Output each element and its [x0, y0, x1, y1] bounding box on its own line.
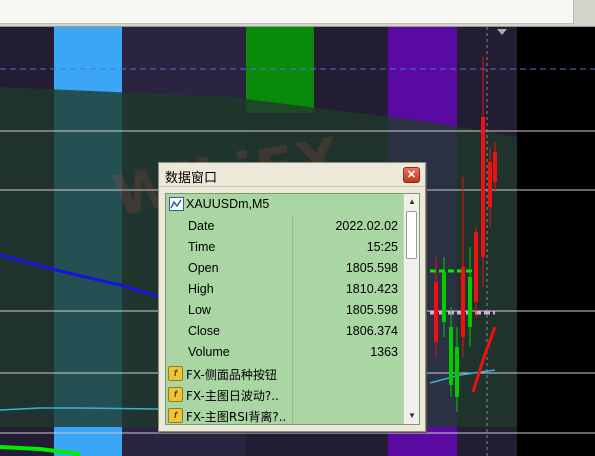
column-divider	[292, 363, 293, 384]
data-window-title: 数据窗口	[165, 171, 218, 186]
title-bar-strip	[0, 0, 595, 27]
column-divider	[292, 384, 293, 405]
chart-line-icon	[169, 197, 184, 211]
indicator-label: FX-主图RSI背离?..	[186, 410, 287, 424]
data-window-title-bar[interactable]: 数据窗口 ✕	[159, 163, 425, 187]
column-divider	[292, 321, 293, 342]
list-item: Date 2022.02.02	[166, 216, 404, 237]
indicator-row[interactable]: f FX-侧面品种按钮	[166, 363, 404, 384]
scroll-down-icon[interactable]: ▼	[405, 409, 419, 423]
column-divider	[292, 216, 293, 237]
list-item: Close 1806.374	[166, 321, 404, 342]
indicator-icon: f	[168, 387, 183, 402]
row-value: 1805.598	[345, 303, 398, 317]
row-value: 15:25	[366, 240, 398, 254]
column-divider	[292, 342, 293, 363]
row-value: 1806.374	[345, 324, 398, 338]
list-item: Volume 1363	[166, 342, 404, 363]
indicator-label: FX-侧面品种按钮	[186, 368, 277, 382]
indicator-label: FX-主图日波动?..	[186, 389, 279, 403]
row-label: Open	[188, 261, 219, 275]
symbol-row[interactable]: XAUUSDm,M5	[166, 194, 404, 215]
row-value: 1363	[370, 345, 398, 359]
row-value: 1805.598	[345, 261, 398, 275]
column-divider	[292, 237, 293, 258]
scroll-thumb[interactable]	[406, 211, 417, 259]
data-window-dialog[interactable]: 数据窗口 ✕ XAUUSDm,M5 Date 2022.02.02 Time 1…	[158, 162, 426, 432]
column-divider	[292, 279, 293, 300]
row-label: Close	[188, 324, 220, 338]
row-label: Low	[188, 303, 211, 317]
column-divider	[292, 300, 293, 321]
vertical-scrollbar[interactable]: ▲ ▼	[403, 194, 419, 424]
row-label: High	[188, 282, 214, 296]
column-divider	[292, 258, 293, 279]
list-item: Open 1805.598	[166, 258, 404, 279]
list-item: High 1810.423	[166, 279, 404, 300]
row-label: Time	[188, 240, 216, 254]
row-value: 2022.02.02	[335, 219, 398, 233]
indicator-icon: f	[168, 366, 183, 381]
row-value: 1810.423	[345, 282, 398, 296]
indicator-icon: f	[168, 408, 183, 423]
green-indicator-line	[0, 445, 81, 456]
row-label: Volume	[188, 345, 230, 359]
symbol-label: XAUUSDm,M5	[186, 197, 270, 211]
indicator-row[interactable]: f FX-主图日波动?..	[166, 384, 404, 405]
list-item: Low 1805.598	[166, 300, 404, 321]
data-window-list[interactable]: XAUUSDm,M5 Date 2022.02.02 Time 15:25 Op…	[165, 193, 420, 425]
close-button[interactable]: ✕	[403, 167, 420, 183]
scroll-up-icon[interactable]: ▲	[405, 195, 419, 209]
list-item: Time 15:25	[166, 237, 404, 258]
scroll-marker	[497, 29, 507, 35]
indicator-row[interactable]: f FX-主图RSI背离?..	[166, 405, 404, 424]
title-bar-inner	[0, 0, 574, 24]
column-divider	[292, 405, 293, 424]
row-label: Date	[188, 219, 215, 233]
close-icon: ✕	[406, 169, 417, 181]
